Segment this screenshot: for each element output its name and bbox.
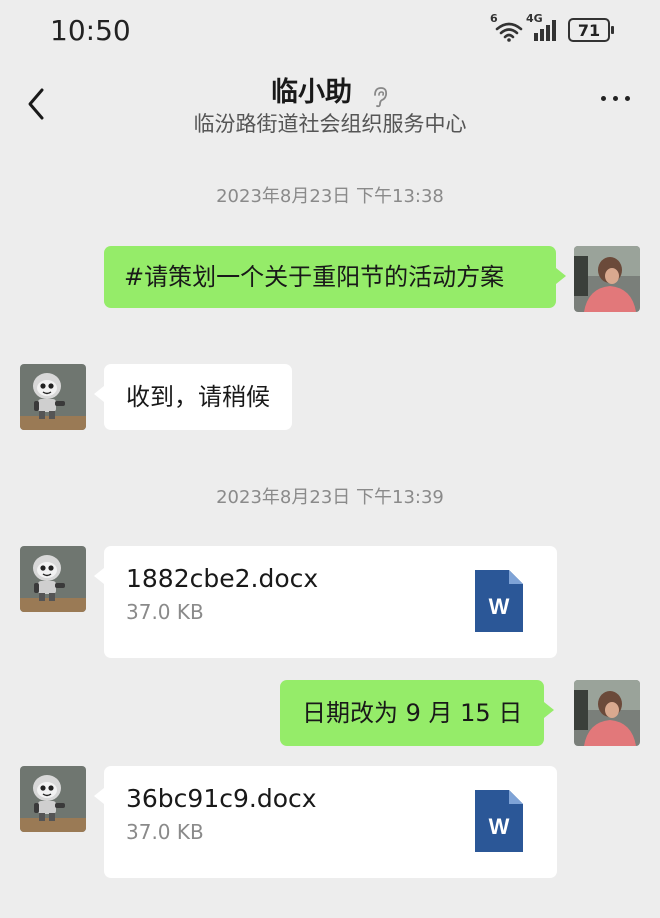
message-text: #请策划一个关于重阳节的活动方案 (124, 263, 505, 291)
wifi-label: 6 (490, 12, 498, 25)
bot-avatar[interactable] (20, 546, 86, 612)
bot-avatar[interactable] (20, 364, 86, 430)
file-name: 36bc91c9.docx (126, 784, 317, 813)
message-text: 日期改为 9 月 15 日 (302, 699, 523, 727)
file-size: 37.0 KB (126, 820, 204, 844)
nav-bar: 临小助 临汾路街道社会组织服务中心 (0, 64, 660, 142)
network-label: 4G (526, 12, 543, 25)
timestamp: 2023年8月23日 下午13:39 (216, 487, 444, 508)
message-text: 收到，请稍候 (126, 383, 270, 411)
file-size: 37.0 KB (126, 600, 204, 624)
word-doc-icon: W (475, 790, 523, 852)
file-message-card[interactable]: 1882cbe2.docx 37.0 KB W (94, 546, 557, 658)
chat-screen: 10:50 6 4G 71 临小助 临汾路街道社会组织服务中心 2023年8月2… (0, 0, 660, 918)
word-doc-icon: W (475, 570, 523, 632)
more-icon[interactable] (601, 96, 630, 101)
user-avatar[interactable] (574, 246, 640, 312)
status-icons: 6 4G 71 (490, 12, 614, 42)
my-message-bubble[interactable]: #请策划一个关于重阳节的活动方案 (104, 246, 566, 308)
status-bar: 10:50 6 4G 71 (0, 0, 660, 64)
bot-message-bubble[interactable]: 收到，请稍候 (94, 364, 292, 430)
word-letter: W (489, 594, 510, 619)
status-time: 10:50 (50, 14, 131, 47)
my-message-bubble[interactable]: 日期改为 9 月 15 日 (280, 680, 555, 746)
signal-icon: 4G (526, 12, 560, 42)
bot-avatar[interactable] (20, 766, 86, 832)
nav-title-wrap: 临小助 (0, 70, 660, 109)
ear-icon (374, 86, 388, 107)
timestamp: 2023年8月23日 下午13:38 (216, 186, 444, 207)
word-letter: W (489, 814, 510, 839)
user-avatar[interactable] (574, 680, 640, 746)
wifi-icon: 6 (490, 12, 524, 42)
file-message-card[interactable]: 36bc91c9.docx 37.0 KB W (94, 766, 557, 878)
battery-level: 71 (577, 20, 601, 40)
chat-title: 临小助 (270, 77, 352, 108)
chat-subtitle: 临汾路街道社会组织服务中心 (193, 112, 467, 136)
battery-icon: 71 (568, 18, 614, 42)
file-name: 1882cbe2.docx (126, 564, 319, 593)
